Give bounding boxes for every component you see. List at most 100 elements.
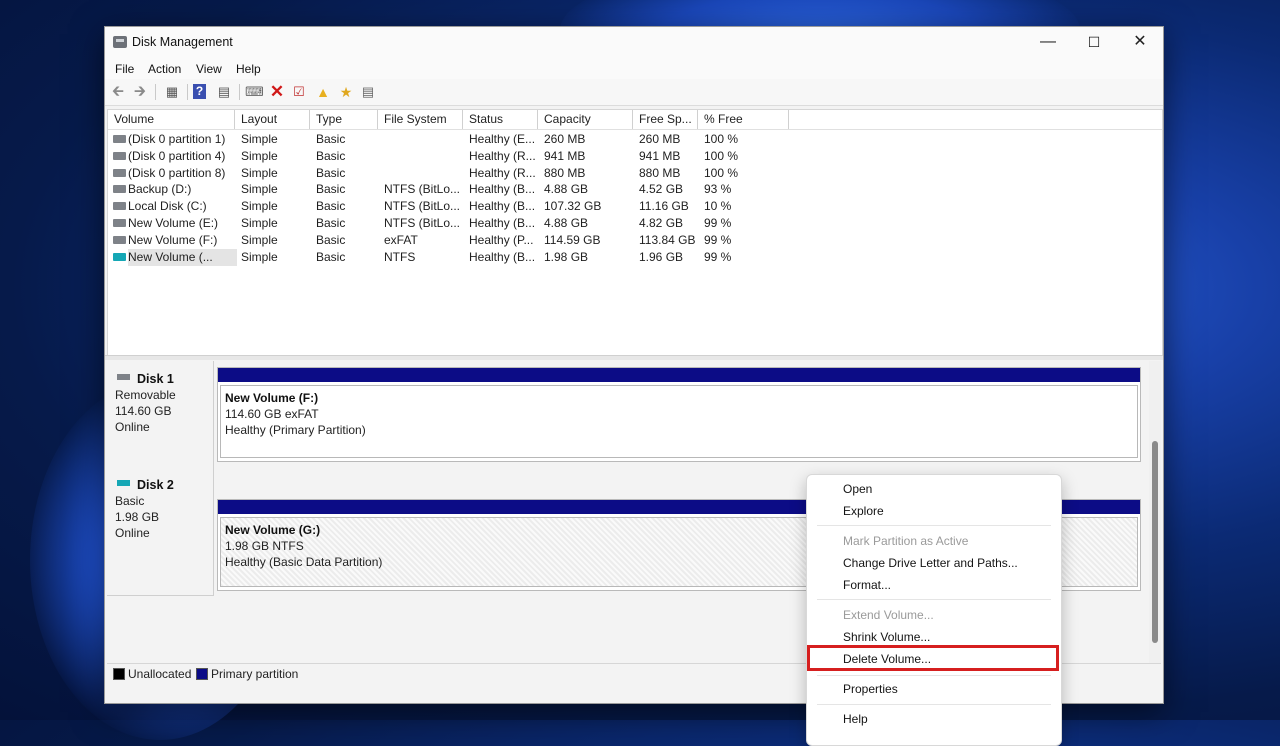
table-cell: Simple (241, 148, 278, 163)
col-type[interactable]: Type (310, 110, 378, 129)
table-cell: (Disk 0 partition 4) (128, 148, 226, 163)
col-file-system[interactable]: File System (378, 110, 463, 129)
back-arrow-icon[interactable]: 🡰 (109, 83, 127, 101)
table-cell: NTFS (384, 249, 416, 264)
table-row[interactable]: Local Disk (C:) Simple Basic NTFS (BitLo...… (108, 198, 1162, 215)
table-cell: Local Disk (C:) (128, 199, 207, 214)
col-volume[interactable]: Volume (108, 110, 235, 129)
table-cell: Basic (316, 199, 346, 214)
table-cell: Simple (241, 132, 278, 146)
delete-volume-highlight (807, 645, 1059, 671)
disk-name: Disk 1 (137, 372, 174, 386)
partition-body: New Volume (F:) 114.60 GB exFAT Healthy … (220, 385, 1138, 458)
table-cell: 99 % (704, 249, 732, 264)
table-row[interactable]: (Disk 0 partition 8) Simple Basic Healthy (… (108, 165, 1162, 182)
primary-partition-bar (218, 368, 1140, 382)
table-row[interactable]: New Volume (... Simple Basic NTFS Healthy (B… (108, 248, 1162, 266)
volume-icon (113, 185, 126, 194)
table-cell: 100 % (704, 148, 739, 163)
table-cell: Basic (316, 232, 346, 247)
table-cell: Simple (241, 182, 278, 197)
table-cell: 1.98 GB (544, 249, 589, 264)
disk-size: 1.98 GB (115, 510, 160, 524)
col-layout[interactable]: Layout (235, 110, 310, 129)
menu-format[interactable]: Format... (843, 578, 891, 592)
help-icon[interactable]: ? (193, 84, 206, 99)
delete-icon[interactable]: ✕ (268, 83, 286, 101)
volume-list-header: Volume Layout Type File System Status Ca… (108, 110, 1162, 130)
menu-file[interactable]: File (115, 62, 134, 76)
table-cell: 99 % (704, 216, 732, 230)
table-cell: Simple (241, 216, 278, 230)
table-row[interactable]: New Volume (F:) Simple Basic exFAT Healthy (… (108, 232, 1162, 249)
menu-view[interactable]: View (196, 62, 222, 76)
folder-search-icon[interactable]: ★ (337, 83, 355, 101)
table-row[interactable]: New Volume (E:) Simple Basic NTFS (BitLo...… (108, 215, 1162, 232)
toolbar: 🡰 🡲 ▦ ? ▤ ⌨ ✕ ☑ ▲ ★ ▤ (105, 79, 1163, 106)
table-cell: 941 MB (544, 148, 586, 163)
volume-icon (113, 135, 126, 143)
minimize-button[interactable]: — (1025, 27, 1071, 57)
properties-icon[interactable]: ▤ (215, 83, 233, 101)
panel-icon[interactable]: ▤ (359, 83, 377, 101)
unallocated-swatch (113, 668, 125, 680)
disk-size: 114.60 GB (115, 404, 172, 418)
table-cell: (Disk 0 partition 1) (128, 132, 226, 146)
table-cell: 880 MB (639, 165, 681, 180)
menu-separator (817, 704, 1051, 705)
menu-help[interactable]: Help (236, 62, 261, 76)
partition-f[interactable]: New Volume (F:) 114.60 GB exFAT Healthy … (217, 367, 1141, 462)
col-capacity[interactable]: Capacity (538, 110, 633, 129)
menu-bar: File Action View Help (105, 59, 1163, 79)
table-cell (384, 148, 464, 165)
disk-2-label[interactable]: Disk 2 Basic 1.98 GB Online (107, 467, 214, 596)
table-cell: (Disk 0 partition 8) (128, 165, 226, 180)
console-tree-icon[interactable]: ▦ (163, 83, 181, 101)
table-cell: 4.88 GB (544, 216, 589, 230)
disk-kind: Removable (115, 388, 176, 402)
toolbar-separator (239, 84, 240, 100)
disk-1-label[interactable]: Disk 1 Removable 114.60 GB Online (107, 361, 214, 468)
table-row[interactable]: (Disk 0 partition 1) Simple Basic Healthy (… (108, 131, 1162, 148)
table-cell: Basic (316, 165, 346, 180)
disk-state: Online (115, 526, 150, 540)
partition-name: New Volume (F:) (225, 391, 319, 405)
table-cell (384, 165, 464, 182)
table-cell: Basic (316, 216, 346, 230)
pane-splitter[interactable] (105, 355, 1163, 360)
menu-change-drive-letter[interactable]: Change Drive Letter and Paths... (843, 556, 1018, 570)
check-icon[interactable]: ☑ (290, 83, 308, 101)
menu-shrink-volume[interactable]: Shrink Volume... (843, 630, 930, 644)
scrollbar-thumb[interactable] (1152, 441, 1158, 643)
disk-state: Online (115, 420, 150, 434)
menu-action[interactable]: Action (148, 62, 181, 76)
table-cell: Basic (316, 148, 346, 163)
table-cell: New Volume (... (128, 248, 237, 266)
menu-help[interactable]: Help (843, 712, 868, 726)
table-cell: 100 % (704, 165, 739, 180)
menu-open[interactable]: Open (843, 482, 872, 496)
maximize-button[interactable]: ☐ (1071, 27, 1117, 57)
table-cell: 99 % (704, 232, 732, 247)
menu-explore[interactable]: Explore (843, 504, 884, 518)
forward-arrow-icon[interactable]: 🡲 (131, 83, 149, 101)
menu-extend-volume: Extend Volume... (843, 608, 934, 622)
connect-icon[interactable]: ⌨ (245, 83, 264, 101)
table-row[interactable]: Backup (D:) Simple Basic NTFS (BitLo... Heal… (108, 181, 1162, 198)
disk-kind: Basic (115, 494, 145, 508)
table-cell: 260 MB (544, 132, 586, 146)
table-cell: Basic (316, 249, 346, 264)
table-cell: Simple (241, 232, 278, 247)
col-status[interactable]: Status (463, 110, 538, 129)
folder-up-icon[interactable]: ▲ (314, 83, 332, 101)
col-free-space[interactable]: Free Sp... (633, 110, 698, 129)
col-percent-free[interactable]: % Free (698, 110, 789, 129)
graph-scrollbar[interactable] (1149, 361, 1161, 663)
window-title: Disk Management (132, 35, 233, 49)
table-row[interactable]: (Disk 0 partition 4) Simple Basic Healthy (… (108, 148, 1162, 165)
partition-detail: 1.98 GB NTFS (225, 539, 304, 553)
table-cell: 10 % (704, 199, 732, 214)
close-button[interactable]: ✕ (1117, 27, 1163, 57)
partition-name: New Volume (G:) (225, 523, 321, 537)
menu-properties[interactable]: Properties (843, 682, 898, 696)
